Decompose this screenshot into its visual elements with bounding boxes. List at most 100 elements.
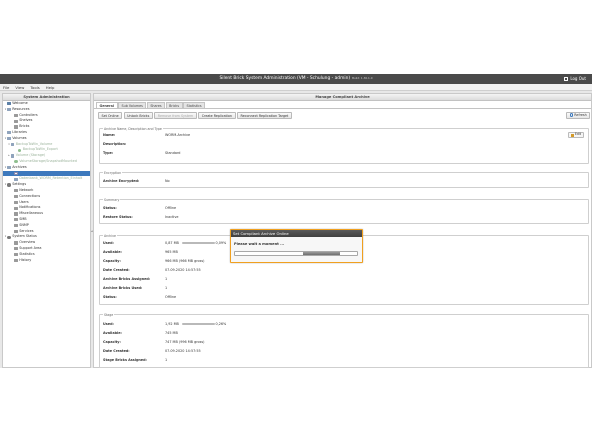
- dialog-progress-bar: [234, 250, 358, 257]
- field-row: Status: Offline: [103, 295, 176, 299]
- statistics-icon: [14, 253, 18, 257]
- field-value: 966 MB (966 MB gross): [165, 259, 205, 263]
- dialog-title: Set Compliant Archive Online: [231, 230, 362, 237]
- field-row: Capacity: 966 MB (966 MB gross): [103, 259, 204, 263]
- create-replication-button[interactable]: Create Replication: [198, 111, 236, 119]
- field-label: Capacity:: [103, 259, 121, 263]
- services-icon: [14, 229, 18, 234]
- field-label: Stage Bricks Assigned:: [103, 358, 147, 362]
- field-label: Used:: [103, 322, 114, 326]
- field-value: 745 MB: [165, 331, 178, 335]
- support-icon: [14, 247, 18, 251]
- field-row: Type: Standard: [103, 151, 180, 155]
- smb-icon: [14, 218, 18, 222]
- archive-usage-bar: [181, 241, 215, 245]
- field-row: Status: Offline: [103, 206, 176, 210]
- archive-icon: [14, 177, 18, 181]
- controller-icon: [14, 113, 18, 118]
- logout-label: Log Out: [570, 76, 586, 81]
- section-stage: Stage Used: 1,92 MB 0,26% Available: 745 M…: [99, 312, 589, 368]
- field-value: Offline: [165, 295, 177, 299]
- stage-usage-bar: [181, 322, 215, 326]
- field-label: Name:: [103, 133, 116, 137]
- unlock-bricks-button[interactable]: Unlock Bricks: [123, 111, 153, 119]
- field-row: Archive Bricks Used: 1: [103, 286, 167, 290]
- field-value: 1: [165, 277, 168, 281]
- field-row: Capacity: 747 MB (996 MB gross): [103, 340, 204, 344]
- gear-icon: [7, 183, 11, 187]
- window-title-text: Silent Brick System Administration (VM -…: [219, 76, 351, 81]
- field-label: Archive Bricks Used:: [103, 286, 143, 290]
- connections-icon: [14, 195, 18, 199]
- field-value: No: [165, 179, 170, 183]
- history-icon: [14, 258, 18, 262]
- shelf-icon: [14, 119, 18, 123]
- field-value: Inactive: [165, 215, 179, 219]
- field-label: Archive Encrypted:: [103, 179, 140, 183]
- build-version: Build: 1.30.1.0: [352, 76, 373, 80]
- tab-divider: [94, 108, 591, 109]
- edit-button[interactable]: Edit: [567, 132, 584, 138]
- field-row: Archive Encrypted: No: [103, 179, 170, 183]
- field-value: 1,92 MB: [165, 322, 179, 326]
- field-label: Description:: [103, 142, 127, 146]
- field-value: 1: [165, 358, 168, 362]
- section-name-description-type: Archive Name, Description and Type Edit …: [99, 126, 589, 164]
- section-summary: Summary Status: Offline Restore Status: In…: [99, 197, 589, 224]
- overview-icon: [14, 241, 18, 245]
- navigation-panel: System Administration Welcome ▾ Resources C…: [2, 93, 91, 368]
- logout-button[interactable]: Log Out: [564, 76, 586, 81]
- field-label: Archive Bricks Assigned:: [103, 277, 151, 281]
- field-row: Name: WORM-Archive: [103, 133, 190, 137]
- archive-icon: [7, 166, 11, 170]
- stage-usage-percent: 0,26%: [215, 322, 227, 326]
- section-legend: Archive: [103, 233, 117, 238]
- brick-icon: [14, 125, 18, 129]
- field-label: Available:: [103, 331, 122, 335]
- section-legend: Stage: [103, 312, 115, 317]
- tree-item[interactable]: History: [3, 258, 90, 264]
- menu-bar: File View Tools Help: [0, 84, 592, 91]
- field-value: 0,87 MB: [165, 241, 179, 245]
- remove-from-system-button[interactable]: Remove from System: [154, 111, 197, 119]
- set-online-button[interactable]: Set Online: [98, 111, 123, 119]
- tree-item-label: History: [19, 257, 32, 262]
- field-value: 1: [165, 286, 168, 290]
- field-label: Status:: [103, 206, 117, 210]
- progress-chunk: [303, 251, 340, 256]
- archive-usage-percent: 0,09%: [215, 241, 227, 245]
- field-row: Available: 745 MB: [103, 331, 178, 335]
- field-value: 747 MB (996 MB gross): [165, 340, 205, 344]
- navigation-tree: Welcome ▾ Resources Controllers Shelves Brick…: [3, 101, 90, 263]
- users-icon: [14, 200, 18, 205]
- field-label: Date Created:: [103, 268, 130, 272]
- section-legend: Archive Name, Description and Type: [103, 126, 163, 131]
- folder-icon: [7, 108, 11, 112]
- field-label: Date Created:: [103, 349, 130, 353]
- field-row: Archive Bricks Assigned: 1: [103, 277, 167, 281]
- menu-view[interactable]: View: [15, 85, 24, 90]
- navigation-panel-header: System Administration: [3, 94, 90, 101]
- volume-icon: [10, 154, 15, 158]
- field-row: Used: 1,92 MB 0,26%: [103, 322, 226, 326]
- field-label: Status:: [103, 295, 117, 299]
- field-label: Restore Status:: [103, 215, 133, 219]
- field-row: Date Created: 07.09.2020 14:57:55: [103, 349, 201, 353]
- volume-icon: [7, 137, 11, 141]
- field-value: 07.09.2020 14:57:55: [165, 268, 201, 272]
- menu-help[interactable]: Help: [46, 85, 55, 90]
- menu-file[interactable]: File: [3, 85, 9, 90]
- section-legend: Summary: [103, 197, 121, 202]
- content-panel-header: Manage Compliant Archive: [94, 94, 591, 101]
- menu-tools[interactable]: Tools: [30, 85, 39, 90]
- network-icon: [14, 189, 18, 193]
- progress-dialog: Set Compliant Archive Online Please wait…: [230, 229, 363, 263]
- window-title: Silent Brick System Administration (VM -…: [0, 76, 592, 81]
- field-row: Used: 0,87 MB 0,09%: [103, 241, 226, 245]
- home-icon: [7, 102, 11, 106]
- share-icon: [17, 148, 22, 152]
- field-row: Stage Bricks Assigned: 1: [103, 358, 167, 362]
- field-row: Available: 965 MB: [103, 250, 178, 254]
- reconnect-replication-target-button[interactable]: Reconnect Replication Target: [237, 111, 292, 119]
- refresh-button[interactable]: Refresh: [566, 111, 591, 119]
